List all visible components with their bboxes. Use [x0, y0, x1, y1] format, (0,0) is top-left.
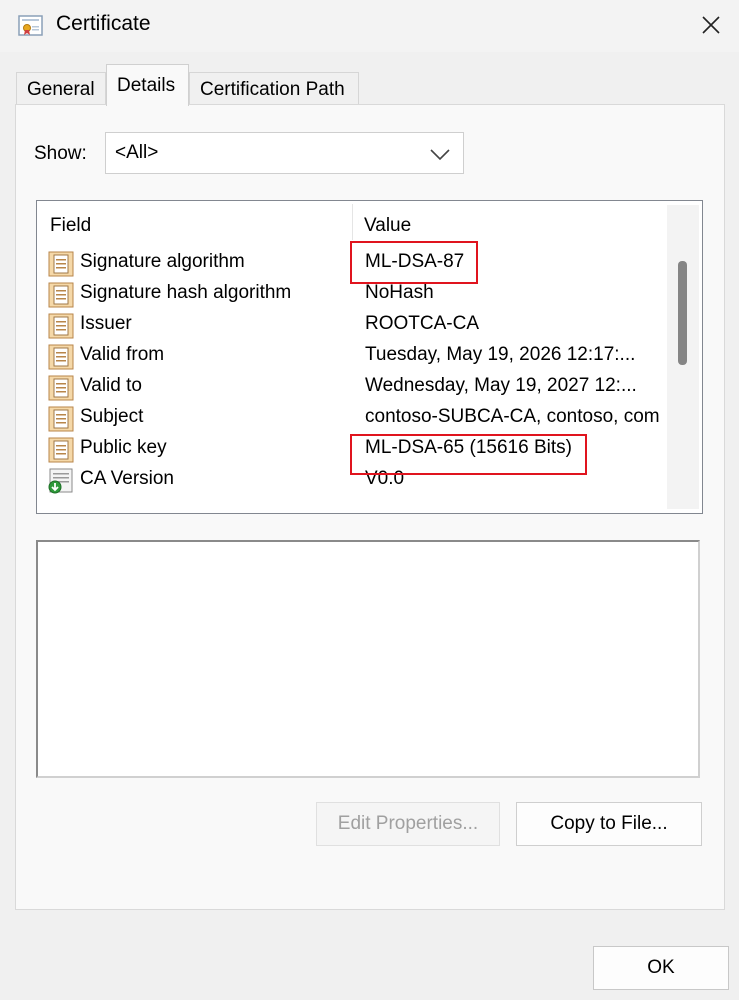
field-detail-textbox[interactable] [36, 540, 700, 778]
tab-general[interactable]: General [16, 72, 106, 106]
chevron-down-icon [430, 149, 450, 161]
cert-field-icon [47, 405, 75, 433]
tab-details[interactable]: Details [106, 64, 189, 106]
list-row-signature-hash-algorithm[interactable]: Signature hash algorithm NoHash [45, 279, 665, 310]
field-value: V0.0 [365, 468, 405, 489]
extension-icon [47, 467, 75, 495]
field-list[interactable]: Field Value Signature algorithm ML-DSA-8… [36, 200, 703, 514]
cert-field-icon [47, 343, 75, 371]
field-value: contoso-SUBCA-CA, contoso, com [365, 406, 660, 427]
scrollbar-thumb[interactable] [678, 261, 687, 365]
field-value: ROOTCA-CA [365, 313, 479, 334]
ok-button[interactable]: OK [593, 946, 729, 990]
list-row-public-key[interactable]: Public key ML-DSA-65 (15616 Bits) [45, 434, 665, 465]
field-value: ML-DSA-87 [365, 251, 465, 272]
list-row-valid-to[interactable]: Valid to Wednesday, May 19, 2027 12:... [45, 372, 665, 403]
show-label: Show: [34, 143, 87, 164]
list-row-issuer[interactable]: Issuer ROOTCA-CA [45, 310, 665, 341]
list-row-subject[interactable]: Subject contoso-SUBCA-CA, contoso, com [45, 403, 665, 434]
list-row-ca-version[interactable]: CA Version V0.0 [45, 465, 665, 496]
cert-field-icon [47, 281, 75, 309]
cert-field-icon [47, 312, 75, 340]
field-name: Signature hash algorithm [80, 282, 292, 303]
show-dropdown[interactable]: <All> [105, 132, 464, 174]
cert-field-icon [47, 374, 75, 402]
tab-certification-path[interactable]: Certification Path [189, 72, 359, 106]
list-row-signature-algorithm[interactable]: Signature algorithm ML-DSA-87 [45, 248, 665, 279]
field-value: ML-DSA-65 (15616 Bits) [365, 437, 572, 458]
close-icon [702, 16, 720, 34]
cert-field-icon [47, 250, 75, 278]
window-title: Certificate [56, 12, 151, 35]
cert-field-icon [47, 436, 75, 464]
close-button[interactable] [694, 8, 728, 42]
field-name: Valid to [80, 375, 142, 396]
field-name: Signature algorithm [80, 251, 245, 272]
copy-to-file-button[interactable]: Copy to File... [516, 802, 702, 846]
list-row-valid-from[interactable]: Valid from Tuesday, May 19, 2026 12:17:.… [45, 341, 665, 372]
column-header-field[interactable]: Field [50, 215, 91, 237]
field-name: Issuer [80, 313, 132, 334]
edit-properties-button[interactable]: Edit Properties... [316, 802, 500, 846]
field-name: CA Version [80, 468, 174, 489]
field-value: Wednesday, May 19, 2027 12:... [365, 375, 637, 396]
vertical-scrollbar[interactable] [667, 205, 699, 509]
field-name: Subject [80, 406, 144, 427]
column-separator[interactable] [352, 204, 353, 240]
field-name: Valid from [80, 344, 165, 365]
field-value: NoHash [365, 282, 434, 303]
certificate-icon [18, 14, 44, 38]
field-value: Tuesday, May 19, 2026 12:17:... [365, 344, 636, 365]
column-header-value[interactable]: Value [364, 215, 411, 237]
field-name: Public key [80, 437, 167, 458]
show-dropdown-value: <All> [115, 142, 159, 163]
